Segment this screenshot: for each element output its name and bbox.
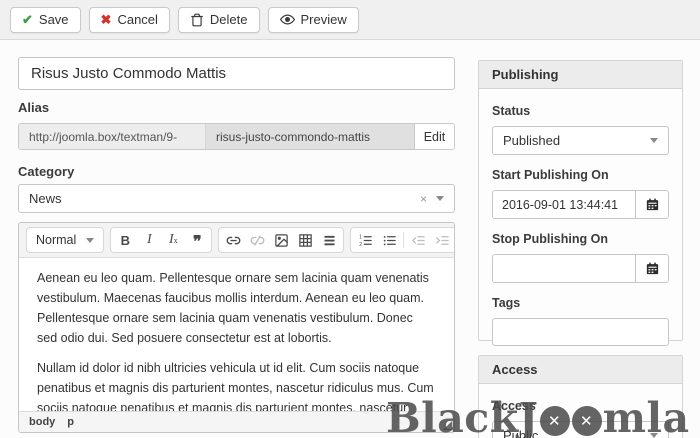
- start-publishing-input[interactable]: [493, 191, 635, 218]
- content-editor: Normal B I Ix ❞: [18, 222, 455, 433]
- publishing-panel: Publishing Status Published Start Publis…: [478, 60, 683, 341]
- element-path-body[interactable]: body: [29, 416, 55, 428]
- access-label: Access: [492, 399, 669, 413]
- resize-grip[interactable]: [443, 421, 452, 430]
- element-path-p[interactable]: p: [67, 416, 74, 428]
- trash-icon: [190, 13, 204, 27]
- blockquote-button[interactable]: ❞: [185, 229, 209, 251]
- stop-publishing-label: Stop Publishing On: [492, 232, 669, 246]
- editor-paragraph: Nullam id dolor id nibh ultricies vehicu…: [37, 358, 436, 411]
- indent-button[interactable]: [430, 229, 454, 251]
- remove-format-sub-glyph: x: [174, 236, 178, 245]
- category-selected-value: News: [29, 191, 62, 206]
- access-select[interactable]: Public: [492, 421, 669, 438]
- calendar-button[interactable]: [635, 191, 668, 218]
- start-publishing-label: Start Publishing On: [492, 168, 669, 182]
- publishing-panel-title: Publishing: [479, 61, 682, 89]
- x-icon: ✖: [101, 12, 112, 28]
- calendar-icon: [645, 197, 660, 212]
- alias-url-prefix: http://joomla.box/textman/9-: [19, 124, 205, 149]
- svg-text:2: 2: [359, 242, 362, 248]
- format-dropdown[interactable]: Normal: [29, 228, 101, 252]
- bold-button[interactable]: B: [113, 229, 137, 251]
- delete-button-label: Delete: [210, 12, 248, 27]
- calendar-button[interactable]: [635, 255, 668, 282]
- clear-selection-icon[interactable]: ×: [420, 192, 427, 206]
- alias-label: Alias: [18, 100, 49, 115]
- access-panel-title: Access: [479, 356, 682, 384]
- chevron-down-icon: [650, 138, 658, 143]
- tags-input[interactable]: [492, 318, 669, 346]
- article-title-input[interactable]: [18, 57, 455, 90]
- check-icon: ✔: [22, 12, 33, 28]
- alias-field-group: http://joomla.box/textman/9- risus-justo…: [18, 123, 455, 150]
- alias-value-field: risus-justo-commondo-mattis: [205, 124, 414, 149]
- status-label: Status: [492, 104, 669, 118]
- article-edit-page: ✔ Save ✖ Cancel Delete Preview Alias htt…: [0, 0, 700, 438]
- tags-label: Tags: [492, 296, 669, 310]
- editor-paragraph: Aenean eu leo quam. Pellentesque ornare …: [37, 268, 436, 348]
- status-selected-value: Published: [503, 133, 560, 148]
- remove-format-button[interactable]: Ix: [161, 229, 185, 251]
- ordered-list-button[interactable]: 12: [353, 229, 377, 251]
- editor-content-area[interactable]: Aenean eu leo quam. Pellentesque ornare …: [19, 258, 454, 411]
- stop-publishing-input[interactable]: [493, 255, 635, 282]
- chevron-down-icon: [86, 238, 94, 243]
- cancel-button[interactable]: ✖ Cancel: [89, 7, 170, 33]
- chevron-down-icon: [650, 433, 658, 438]
- calendar-icon: [645, 261, 660, 276]
- bullet-list-button[interactable]: [377, 229, 401, 251]
- preview-button-label: Preview: [301, 12, 347, 27]
- chevron-down-icon: [436, 196, 444, 201]
- access-selected-value: Public: [503, 428, 538, 438]
- status-select[interactable]: Published: [492, 126, 669, 155]
- action-toolbar: ✔ Save ✖ Cancel Delete Preview: [0, 0, 700, 40]
- outdent-button[interactable]: [406, 229, 430, 251]
- svg-text:1: 1: [359, 234, 362, 240]
- editor-toolbar: Normal B I Ix ❞: [19, 223, 454, 258]
- horizontal-rule-button[interactable]: [317, 229, 341, 251]
- eye-icon: [280, 12, 295, 27]
- preview-button[interactable]: Preview: [268, 7, 359, 33]
- link-button[interactable]: [221, 229, 245, 251]
- stop-publishing-field-group: [492, 254, 669, 283]
- save-button-label: Save: [39, 12, 69, 27]
- save-button[interactable]: ✔ Save: [10, 7, 81, 33]
- start-publishing-field-group: [492, 190, 669, 219]
- format-selected-value: Normal: [36, 233, 76, 247]
- italic-button[interactable]: I: [137, 229, 161, 251]
- delete-button[interactable]: Delete: [178, 7, 260, 33]
- editor-status-bar: body p: [19, 411, 454, 432]
- cancel-button-label: Cancel: [117, 12, 157, 27]
- category-label: Category: [18, 164, 74, 179]
- image-button[interactable]: [269, 229, 293, 251]
- alias-edit-button[interactable]: Edit: [414, 124, 454, 149]
- table-button[interactable]: [293, 229, 317, 251]
- unlink-button[interactable]: [245, 229, 269, 251]
- category-select[interactable]: News ×: [18, 184, 455, 213]
- access-panel: Access Access Public: [478, 355, 683, 438]
